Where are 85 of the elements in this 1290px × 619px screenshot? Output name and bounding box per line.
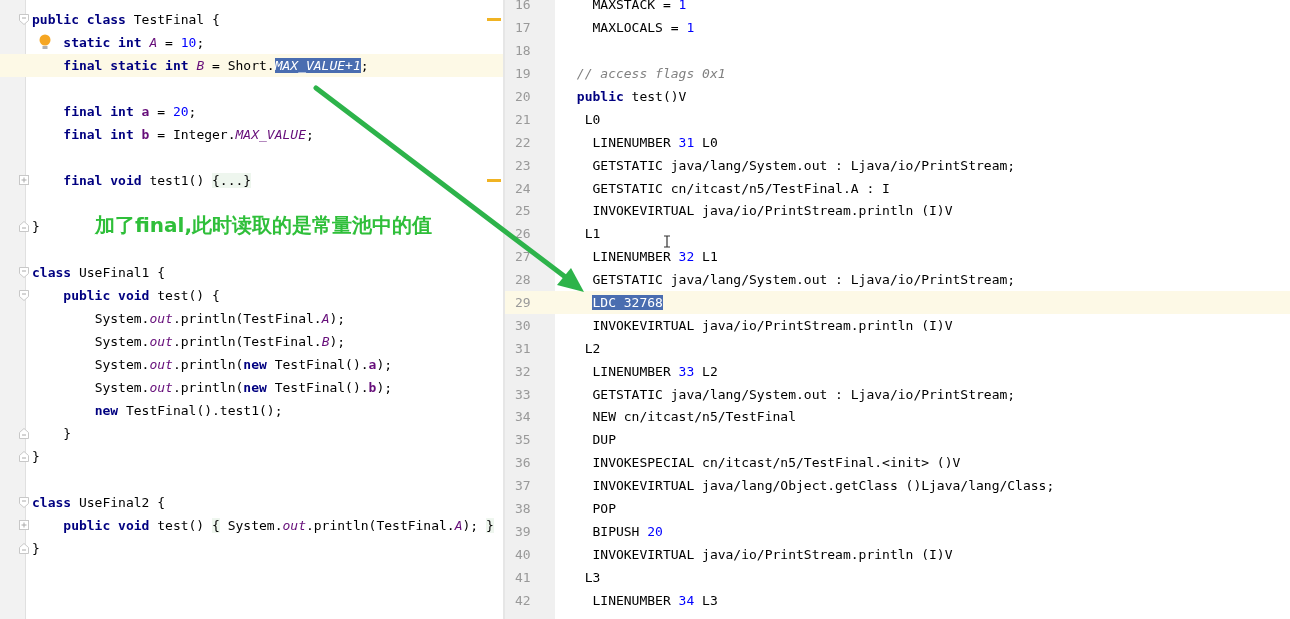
- lightbulb-icon[interactable]: [39, 34, 51, 50]
- code-line: final int b = Integer.MAX_VALUE;: [63, 127, 314, 142]
- line-number: 42: [514, 592, 532, 608]
- fold-icon[interactable]: [19, 543, 29, 554]
- code-line: GETSTATIC java/lang/System.out : Ljava/io/PrintStream;: [592, 272, 1016, 288]
- fold-icon[interactable]: [19, 428, 29, 439]
- fold-icon[interactable]: [19, 290, 29, 301]
- line-number: 19: [514, 66, 532, 82]
- fold-icon[interactable]: [19, 221, 29, 232]
- code-line: MAXSTACK = 1: [592, 0, 687, 13]
- code-line: public test()V: [576, 89, 687, 104]
- code-line: INVOKEVIRTUAL java/io/PrintStream.println (I)V: [592, 203, 953, 219]
- line-number: 30: [514, 317, 532, 333]
- fold-icon[interactable]: [19, 497, 29, 508]
- expand-icon[interactable]: [19, 520, 29, 530]
- line-number: 20: [514, 89, 532, 104]
- code-line: class UseFinal2 {: [32, 495, 166, 510]
- code-line: L2: [584, 340, 601, 356]
- line-number: 39: [514, 523, 532, 539]
- code-line: LINENUMBER 32 L1: [592, 249, 718, 265]
- code-line: L0: [584, 111, 601, 127]
- annotation-text: 加了final,此时读取的是常量池中的值: [95, 212, 432, 239]
- code-line: }: [32, 541, 40, 556]
- code-line: LINENUMBER 31 L0: [592, 134, 718, 150]
- code-line: static int A = 10;: [63, 35, 205, 50]
- code-line: }: [32, 449, 40, 464]
- line-number: 36: [514, 455, 532, 471]
- line-number: 35: [514, 432, 532, 448]
- code-line: GETSTATIC java/lang/System.out : Ljava/io/PrintStream;: [592, 386, 1016, 402]
- code-line: LINENUMBER 34 L3: [592, 592, 718, 608]
- code-line: POP: [592, 501, 616, 517]
- line-number: 16: [514, 0, 532, 13]
- line-number: 41: [514, 569, 532, 585]
- line-number: 40: [514, 546, 532, 562]
- line-number: 17: [514, 20, 532, 36]
- code-line: INVOKEVIRTUAL java/io/PrintStream.println (I)V: [592, 546, 953, 562]
- fold-icon[interactable]: [19, 14, 29, 25]
- fold-icon[interactable]: [19, 267, 29, 278]
- code-line: new TestFinal().test1();: [94, 403, 283, 418]
- code-line: INVOKEVIRTUAL java/lang/Object.getClass ()Ljava/lang/Class;: [592, 478, 1055, 494]
- code-line: System.out.println(new TestFinal().a);: [94, 357, 393, 372]
- line-number: 24: [514, 180, 532, 196]
- code-line: System.out.println(TestFinal.A);: [94, 311, 346, 326]
- warning-stripe-mark[interactable]: [487, 179, 501, 182]
- code-line: }: [63, 426, 72, 441]
- line-number: 26: [514, 226, 532, 242]
- code-line: public void test() { System.out.println(TestFinal.A); }: [63, 518, 494, 533]
- code-line: public class TestFinal {: [32, 12, 220, 27]
- line-number: 18: [514, 43, 532, 59]
- line-number: 28: [514, 272, 532, 288]
- fold-icon[interactable]: [19, 451, 29, 462]
- code-line: public void test() {: [63, 288, 220, 303]
- text-cursor-icon: [663, 235, 671, 248]
- warning-stripe-mark[interactable]: [487, 18, 501, 21]
- code-line: GETSTATIC cn/itcast/n5/TestFinal.A : I: [592, 180, 890, 196]
- code-line: class UseFinal1 {: [32, 265, 166, 280]
- code-line: INVOKEVIRTUAL java/io/PrintStream.println (I)V: [592, 317, 953, 333]
- line-number: 23: [514, 157, 532, 173]
- code-line: }: [32, 219, 40, 234]
- line-number: 38: [514, 501, 532, 517]
- expand-icon[interactable]: [19, 175, 29, 185]
- code-line: System.out.println(new TestFinal().b);: [94, 380, 393, 395]
- line-number: 31: [514, 340, 532, 356]
- code-line: NEW cn/itcast/n5/TestFinal: [592, 409, 796, 425]
- code-line: L3: [584, 569, 601, 585]
- code-line: INVOKESPECIAL cn/itcast/n5/TestFinal.<init> ()V: [592, 455, 961, 471]
- code-line: final int a = 20;: [63, 104, 197, 119]
- line-number: 29: [514, 295, 532, 310]
- code-line: DUP: [592, 432, 616, 448]
- code-line: GETSTATIC java/lang/System.out : Ljava/io/PrintStream;: [592, 157, 1016, 173]
- code-line: System.out.println(TestFinal.B);: [94, 334, 346, 349]
- line-number: 25: [514, 203, 532, 219]
- line-number: 22: [514, 134, 532, 150]
- code-line: LINENUMBER 33 L2: [592, 363, 718, 379]
- line-number: 37: [514, 478, 532, 494]
- line-number: 21: [514, 111, 532, 127]
- line-number: 33: [514, 386, 532, 402]
- code-line: L1: [584, 226, 601, 242]
- code-line: // access flags 0x1: [576, 66, 726, 82]
- line-number: 34: [514, 409, 532, 425]
- line-number: 32: [514, 363, 532, 379]
- code-line: MAXLOCALS = 1: [592, 20, 695, 36]
- code-line: final void test1() {...}: [63, 173, 252, 188]
- code-line: BIPUSH 20: [592, 523, 663, 539]
- line-number: 27: [514, 249, 532, 265]
